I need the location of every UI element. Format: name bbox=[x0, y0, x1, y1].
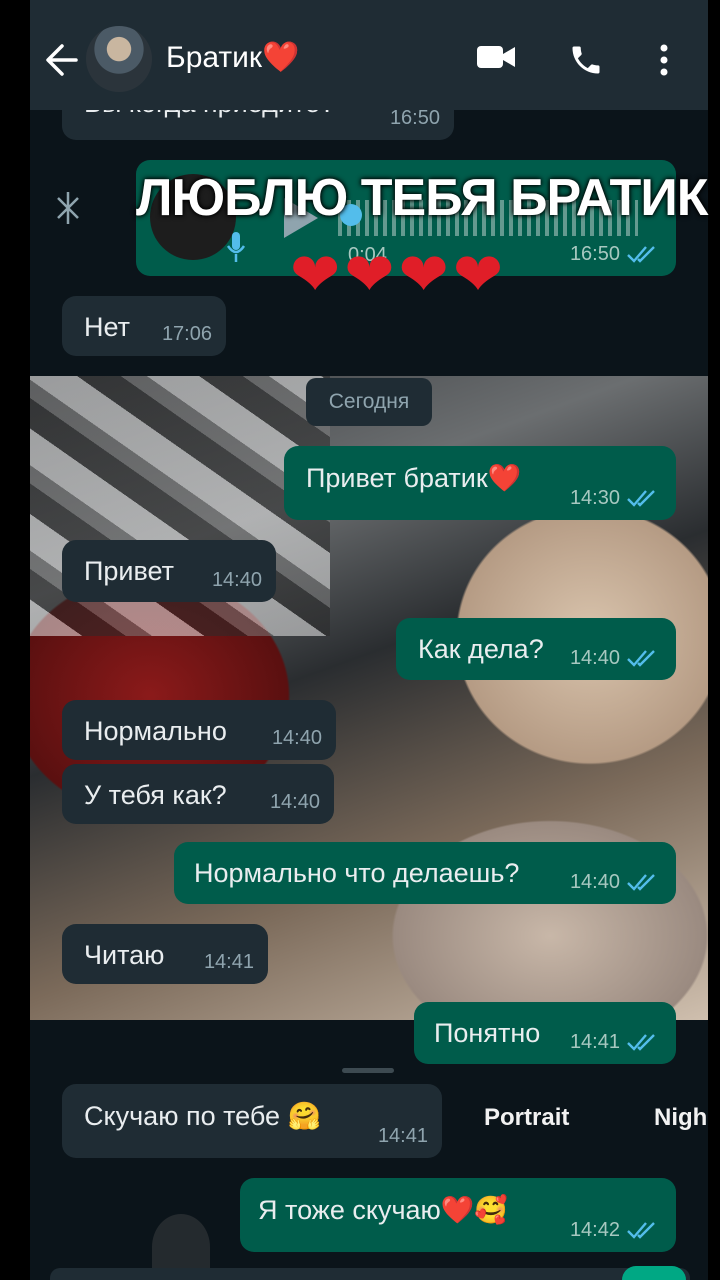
message-incoming[interactable]: Нормально 14:40 bbox=[62, 700, 336, 760]
voice-call-icon[interactable] bbox=[568, 42, 604, 83]
microphone-icon bbox=[226, 230, 246, 271]
hearts-overlay: ❤❤❤❤ bbox=[290, 241, 508, 308]
avatar[interactable] bbox=[86, 26, 152, 92]
video-caption: ЛЮБЛЮ ТЕБЯ БРАТИК bbox=[136, 169, 708, 227]
message-incoming[interactable]: Нет 17:06 bbox=[62, 296, 226, 356]
message-input-bar[interactable] bbox=[50, 1268, 690, 1280]
camera-mode-night: Nigh bbox=[654, 1104, 708, 1131]
message-time: 16:50 bbox=[569, 243, 620, 265]
back-arrow-icon[interactable] bbox=[44, 40, 80, 80]
more-options-icon[interactable] bbox=[656, 42, 672, 83]
read-ticks-icon bbox=[627, 246, 655, 263]
read-ticks-icon bbox=[627, 490, 655, 507]
date-separator: Сегодня bbox=[306, 378, 432, 426]
mic-button[interactable] bbox=[622, 1266, 686, 1280]
video-call-icon[interactable] bbox=[476, 42, 516, 77]
message-outgoing[interactable]: Привет братик❤️ 14:30 bbox=[284, 446, 676, 520]
read-ticks-icon bbox=[627, 874, 655, 891]
contact-name[interactable]: Братик❤️ bbox=[166, 40, 299, 75]
read-ticks-icon bbox=[627, 650, 655, 667]
chat-header: Братик❤️ bbox=[30, 0, 708, 110]
message-incoming[interactable]: Привет 14:40 bbox=[62, 540, 276, 602]
message-incoming[interactable]: Читаю 14:41 bbox=[62, 924, 268, 984]
message-outgoing[interactable]: Я тоже скучаю❤️🥰 14:42 bbox=[240, 1178, 676, 1252]
message-incoming[interactable]: У тебя как? 14:40 bbox=[62, 764, 334, 824]
message-outgoing[interactable]: Понятно 14:41 bbox=[414, 1002, 676, 1064]
message-outgoing[interactable]: Нормально что делаешь? 14:40 bbox=[174, 842, 676, 904]
message-incoming[interactable]: Скучаю по тебе 🤗 14:41 bbox=[62, 1084, 442, 1158]
read-ticks-icon bbox=[627, 1034, 655, 1051]
forward-icon[interactable] bbox=[54, 190, 82, 231]
message-outgoing[interactable]: Как дела? 14:40 bbox=[396, 618, 676, 680]
camera-mode-portrait: Portrait bbox=[484, 1104, 570, 1131]
drag-handle bbox=[342, 1068, 394, 1073]
read-ticks-icon bbox=[627, 1222, 655, 1239]
